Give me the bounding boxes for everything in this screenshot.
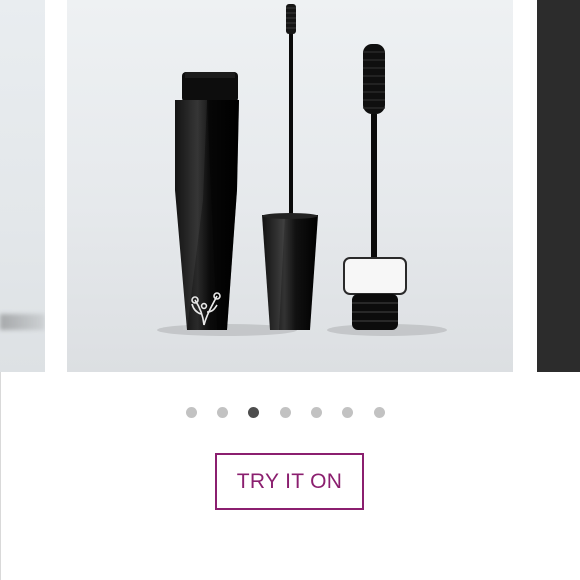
mascara-tube [175, 72, 239, 330]
pagination-dot-active[interactable] [248, 407, 259, 418]
pagination-dot[interactable] [311, 407, 322, 418]
previous-slide-shadow [0, 314, 45, 330]
mascara-wand-left [262, 4, 318, 330]
mascara-wand-right [343, 44, 407, 330]
pagination-dot[interactable] [186, 407, 197, 418]
pagination-dot[interactable] [217, 407, 228, 418]
try-it-on-button[interactable]: TRY IT ON [215, 453, 364, 510]
mascara-product-image [157, 4, 447, 336]
carousel-pagination [0, 406, 580, 420]
pagination-dot[interactable] [280, 407, 291, 418]
carousel-slide-next[interactable] [537, 0, 580, 372]
pagination-dot[interactable] [374, 407, 385, 418]
carousel-slide-current[interactable] [67, 0, 513, 372]
product-carousel-view: TRY IT ON [0, 0, 580, 580]
pagination-dot[interactable] [342, 407, 353, 418]
carousel-slide-previous[interactable] [0, 0, 45, 372]
